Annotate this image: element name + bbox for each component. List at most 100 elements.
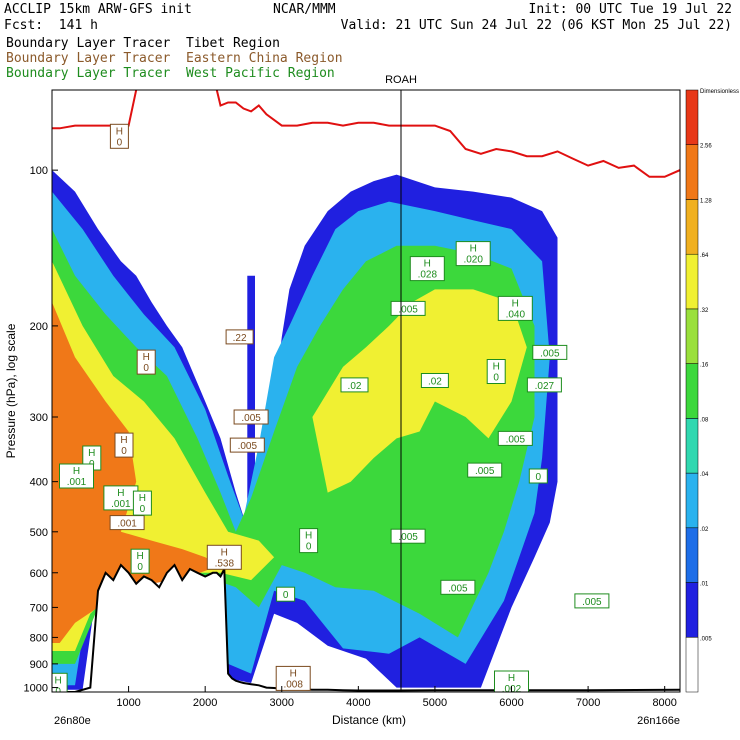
china-contour-label-value: .008 <box>283 679 303 690</box>
pacific-contour-label-high-marker: H <box>136 551 143 562</box>
pacific-contour-label-value: .02 <box>428 377 442 388</box>
x-axis-label: Distance (km) <box>332 713 406 727</box>
colorbar-segment <box>685 472 699 529</box>
colorbar-segment <box>685 308 699 364</box>
colorbar-level-label: .64 <box>700 253 709 259</box>
pacific-contour-label-high-marker: H <box>512 298 519 309</box>
colorbar-segment <box>685 418 699 474</box>
pacific-contour-label-4: .005 <box>532 344 568 360</box>
colorbar-segment <box>685 582 699 638</box>
pacific-contour-label-high-marker: H <box>424 259 431 270</box>
pacific-contour-label-value: .005 <box>506 434 526 445</box>
x-tick-label: 4000 <box>346 697 370 709</box>
colorbar-level-label: .08 <box>700 417 709 423</box>
x-tick-label: 5000 <box>423 697 447 709</box>
colorbar-segment <box>685 89 699 145</box>
pacific-contour-label-value: 0 <box>306 542 312 553</box>
colorbar: .005 .01 .02 .04 .08 .16 .32 .64 1.28 2.56 Dimensi… <box>685 89 739 693</box>
pacific-contour-label-value: .005 <box>582 597 602 608</box>
cross-section-figure: H0.22H0.005.005H0.001H.538H.008H.028H.02… <box>4 74 739 727</box>
y-tick-label: 400 <box>30 477 48 489</box>
colorbar-level-label: 2.56 <box>700 144 712 150</box>
y-tick-label: 700 <box>30 602 48 614</box>
pacific-contour-label-value: .005 <box>475 466 495 477</box>
pacific-contour-label-11: 0 <box>528 468 548 484</box>
colorbar-level-label: .32 <box>700 308 709 314</box>
china-contour-label-high-marker: H <box>221 547 228 558</box>
pacific-contour-label-value: .027 <box>535 381 555 392</box>
pacific-contour-label-value: .02 <box>348 381 362 392</box>
china-contour-label-value: .22 <box>233 333 247 344</box>
pacific-contour-label-2: .005 <box>390 300 426 316</box>
pacific-contour-label-20: .005 <box>440 579 476 595</box>
pacific-contour-label-13: H.001 <box>59 463 94 489</box>
y-tick-label: 300 <box>30 412 48 424</box>
pacific-contour-label-high-marker: H <box>508 673 515 684</box>
china-contour-label-3: .005 <box>233 409 269 425</box>
china-contour-label-value: .005 <box>238 441 258 452</box>
x-tick-label: 8000 <box>652 697 676 709</box>
pacific-contour-label-high-marker: H <box>54 675 61 686</box>
pacific-contour-label-value: 0 <box>283 590 289 601</box>
china-contour-label-value: 0 <box>117 137 123 148</box>
pacific-contour-label-value: .001 <box>111 499 131 510</box>
pacific-contour-label-6: .02 <box>420 373 449 388</box>
colorbar-segment <box>685 253 699 310</box>
colorbar-level-label: .02 <box>700 527 709 533</box>
colorbar-segment <box>685 144 699 200</box>
pacific-contour-label-3: H.040 <box>497 295 533 321</box>
y-tick-label: 600 <box>30 568 48 580</box>
y-tick-label: 900 <box>30 659 48 671</box>
china-contour-label-value: 0 <box>121 446 127 457</box>
pacific-contour-label-value: 0 <box>536 472 542 483</box>
china-contour-label-2: H0 <box>136 349 156 375</box>
y-axis-label: Pressure (hPa), log scale <box>4 323 18 458</box>
colorbar-segment <box>685 363 699 419</box>
colorbar-level-label: .01 <box>700 582 709 588</box>
pacific-contour-label-value: 0 <box>137 562 143 573</box>
colorbar-level-label: .005 <box>700 636 712 642</box>
section-marker-label: ROAH <box>385 74 417 86</box>
x-tick-label: 3000 <box>270 697 294 709</box>
china-contour-label-6: .001 <box>109 515 145 531</box>
china-contour-label-value: 0 <box>143 363 149 374</box>
pacific-contour-label-14: H.001 <box>103 485 139 511</box>
x-tick-label: 6000 <box>499 697 523 709</box>
pacific-contour-label-19: 0 <box>276 586 296 602</box>
pacific-contour-label-value: .005 <box>448 583 468 594</box>
pacific-contour-label-17: H0 <box>299 528 319 554</box>
china-contour-label-5: H0 <box>114 432 134 458</box>
plot-area: H0.22H0.005.005H0.001H.538H.008H.028H.02… <box>52 90 680 692</box>
colorbar-level-label: .16 <box>700 363 709 369</box>
x-tick-label: 2000 <box>193 697 217 709</box>
pacific-contour-label-high-marker: H <box>73 466 80 477</box>
pacific-contour-label-18: H0 <box>130 548 150 574</box>
pacific-contour-label-5: .02 <box>340 377 369 393</box>
china-contour-label-1: .22 <box>225 329 254 345</box>
pacific-contour-label-high-marker: H <box>88 448 95 459</box>
china-contour-label-high-marker: H <box>116 126 123 137</box>
pacific-contour-label-1: H.020 <box>455 241 491 267</box>
china-contour-label-7: H.538 <box>206 544 242 570</box>
plot-content: H0.22H0.005.005H0.001H.538H.008H.028H.02… <box>52 90 680 692</box>
pacific-contour-label-10: .005 <box>467 462 503 478</box>
china-contour-label-value: .001 <box>117 519 137 530</box>
pacific-contour-label-value: .040 <box>506 309 526 320</box>
x-axis-right-endpoint: 26n166e <box>637 715 680 727</box>
pacific-contour-label-value: .020 <box>463 255 483 266</box>
pacific-contour-label-15: H0 <box>132 490 152 516</box>
y-tick-label: 100 <box>30 165 48 177</box>
pacific-contour-label-value: .001 <box>67 477 87 488</box>
x-tick-label: 7000 <box>576 697 600 709</box>
y-tick-label: 1000 <box>24 683 48 695</box>
pacific-contour-label-high-marker: H <box>139 493 146 504</box>
pacific-contour-label-high-marker: H <box>305 531 312 542</box>
colorbar-segment <box>685 527 699 583</box>
pacific-contour-label-9: .005 <box>497 430 533 446</box>
colorbar-segment <box>685 199 699 255</box>
china-contour-label-value: .005 <box>241 413 261 424</box>
pacific-contour-label-value: 0 <box>493 373 499 384</box>
china-contour-label-4: .005 <box>229 437 265 453</box>
tropopause-line <box>52 90 680 178</box>
colorbar-level-label: .04 <box>700 472 709 478</box>
